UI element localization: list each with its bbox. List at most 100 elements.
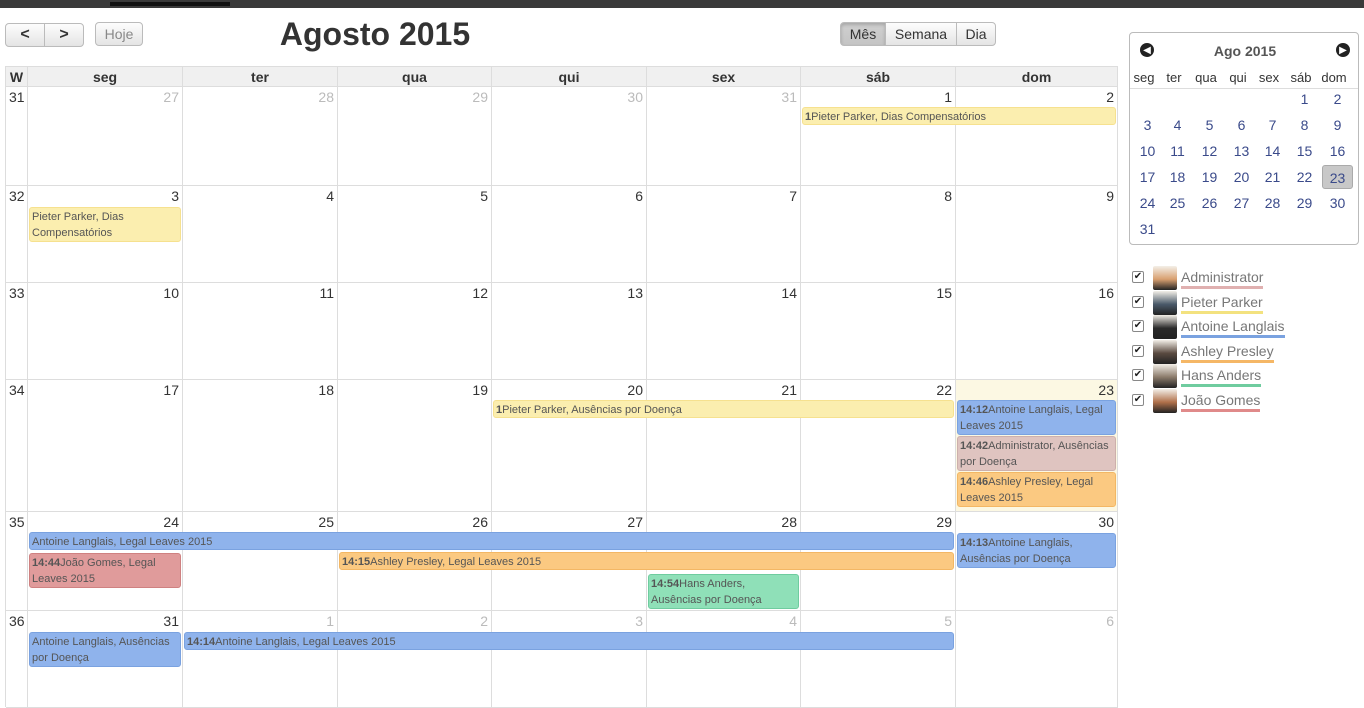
mini-calendar-day[interactable]: 21	[1257, 165, 1288, 189]
day-cell[interactable]: 6	[956, 611, 1118, 708]
calendar-event[interactable]: Pieter Parker, Dias Compensatórios	[29, 207, 181, 242]
user-filter-item[interactable]: ✔ Pieter Parker	[1131, 290, 1331, 315]
user-name[interactable]: Hans Anders	[1181, 367, 1262, 388]
calendar-event[interactable]: 14:13Antoine Langlais, Ausências por Doe…	[957, 533, 1116, 568]
user-filter-item[interactable]: ✔ Hans Anders	[1131, 364, 1331, 389]
mini-calendar-day[interactable]: 29	[1289, 191, 1320, 215]
calendar-event[interactable]: 14:15Ashley Presley, Legal Leaves 2015	[339, 552, 954, 570]
calendar-event[interactable]: 14:44João Gomes, Legal Leaves 2015	[29, 553, 181, 588]
day-number[interactable]: 6	[1106, 613, 1114, 629]
mini-calendar-day[interactable]: 27	[1226, 191, 1257, 215]
day-number[interactable]: 4	[789, 613, 797, 629]
mini-calendar-day[interactable]: 19	[1194, 165, 1225, 189]
user-name[interactable]: João Gomes	[1181, 392, 1261, 412]
day-number[interactable]: 22	[936, 382, 952, 398]
day-cell[interactable]: 16	[956, 283, 1118, 380]
day-number[interactable]: 29	[936, 514, 952, 530]
day-number[interactable]: 28	[318, 89, 334, 105]
day-number[interactable]: 7	[789, 188, 797, 204]
day-number[interactable]: 14	[781, 285, 797, 301]
day-cell[interactable]: 4	[647, 611, 801, 708]
user-name[interactable]: Administrator	[1181, 269, 1264, 289]
mini-calendar-day[interactable]: 1	[1289, 87, 1320, 111]
mini-calendar-day[interactable]: 25	[1162, 191, 1193, 215]
day-cell[interactable]: 10	[28, 283, 183, 380]
user-checkbox[interactable]: ✔	[1132, 295, 1144, 308]
day-number[interactable]: 31	[163, 613, 179, 629]
prev-month-button[interactable]: <	[5, 23, 45, 47]
day-number[interactable]: 17	[163, 382, 179, 398]
day-cell[interactable]: 28	[183, 87, 338, 186]
calendar-event[interactable]: Antoine Langlais, Ausências por Doença	[29, 632, 181, 667]
mini-calendar-day[interactable]: 22	[1289, 165, 1320, 189]
day-number[interactable]: 13	[627, 285, 643, 301]
day-cell[interactable]: 31	[647, 87, 801, 186]
day-cell[interactable]: 15	[801, 283, 956, 380]
day-cell[interactable]: 3	[492, 611, 647, 708]
calendar-event[interactable]: 14:42Administrator, Ausências por Doença	[957, 436, 1116, 471]
day-number[interactable]: 18	[318, 382, 334, 398]
mini-calendar-day[interactable]: 30	[1322, 191, 1353, 215]
day-cell[interactable]: 13	[492, 283, 647, 380]
mini-calendar-day[interactable]: 23	[1322, 165, 1353, 189]
day-number[interactable]: 30	[627, 89, 643, 105]
day-cell[interactable]: 11	[183, 283, 338, 380]
mini-calendar-day[interactable]: 18	[1162, 165, 1193, 189]
day-number[interactable]: 2	[1106, 89, 1114, 105]
day-number[interactable]: 21	[781, 382, 797, 398]
day-cell[interactable]: 17	[28, 380, 183, 512]
day-cell[interactable]: 7	[647, 186, 801, 283]
day-number[interactable]: 4	[326, 188, 334, 204]
mini-calendar-day[interactable]: 15	[1289, 139, 1320, 163]
day-cell[interactable]: 29	[338, 87, 492, 186]
view-week-button[interactable]: Semana	[885, 22, 957, 46]
day-number[interactable]: 11	[319, 285, 334, 301]
day-cell[interactable]: 18	[183, 380, 338, 512]
user-checkbox[interactable]: ✔	[1132, 344, 1144, 357]
day-cell[interactable]: 9	[956, 186, 1118, 283]
mini-calendar-day[interactable]: 8	[1289, 113, 1320, 137]
mini-calendar-day[interactable]: 20	[1226, 165, 1257, 189]
day-number[interactable]: 19	[472, 382, 488, 398]
day-number[interactable]: 23	[1098, 382, 1114, 398]
day-cell[interactable]: 6	[492, 186, 647, 283]
day-number[interactable]: 29	[472, 89, 488, 105]
mini-calendar-day[interactable]: 9	[1322, 113, 1353, 137]
day-number[interactable]: 12	[472, 285, 488, 301]
day-cell[interactable]: 25	[183, 512, 338, 611]
view-day-button[interactable]: Dia	[956, 22, 996, 46]
user-name[interactable]: Ashley Presley	[1181, 343, 1274, 363]
mini-calendar-day[interactable]: 28	[1257, 191, 1288, 215]
user-checkbox[interactable]: ✔	[1132, 369, 1144, 382]
day-number[interactable]: 31	[781, 89, 797, 105]
day-cell[interactable]: 5	[801, 611, 956, 708]
calendar-event[interactable]: 14:14Antoine Langlais, Legal Leaves 2015	[184, 632, 954, 650]
day-number[interactable]: 2	[480, 613, 488, 629]
mini-calendar-day[interactable]: 16	[1322, 139, 1353, 163]
calendar-event[interactable]: 14:54Hans Anders, Ausências por Doença	[648, 574, 799, 609]
mini-calendar-day[interactable]: 14	[1257, 139, 1288, 163]
day-number[interactable]: 25	[318, 514, 334, 530]
day-number[interactable]: 1	[944, 89, 952, 105]
day-number[interactable]: 10	[163, 285, 179, 301]
day-number[interactable]: 24	[163, 514, 179, 530]
day-number[interactable]: 6	[635, 188, 643, 204]
day-cell[interactable]: 2	[956, 87, 1118, 186]
user-filter-item[interactable]: ✔ Ashley Presley	[1131, 339, 1331, 364]
circle-arrow-right-icon[interactable]: ▶	[1336, 43, 1350, 57]
mini-calendar-day[interactable]: 11	[1162, 139, 1193, 163]
calendar-event[interactable]: 1Pieter Parker, Dias Compensatórios	[802, 107, 1116, 125]
day-cell[interactable]: 2	[338, 611, 492, 708]
day-number[interactable]: 27	[627, 514, 643, 530]
mini-calendar-day[interactable]: 13	[1226, 139, 1257, 163]
next-month-button[interactable]: >	[44, 23, 84, 47]
mini-calendar-day[interactable]: 24	[1132, 191, 1163, 215]
day-number[interactable]: 5	[944, 613, 952, 629]
user-filter-item[interactable]: ✔ Administrator	[1131, 266, 1331, 290]
user-filter-item[interactable]: ✔ Antoine Langlais	[1131, 315, 1331, 340]
mini-calendar-day[interactable]: 3	[1132, 113, 1163, 137]
day-number[interactable]: 9	[1106, 188, 1114, 204]
day-cell[interactable]: 1	[183, 611, 338, 708]
day-number[interactable]: 3	[635, 613, 643, 629]
user-checkbox[interactable]: ✔	[1132, 320, 1144, 333]
